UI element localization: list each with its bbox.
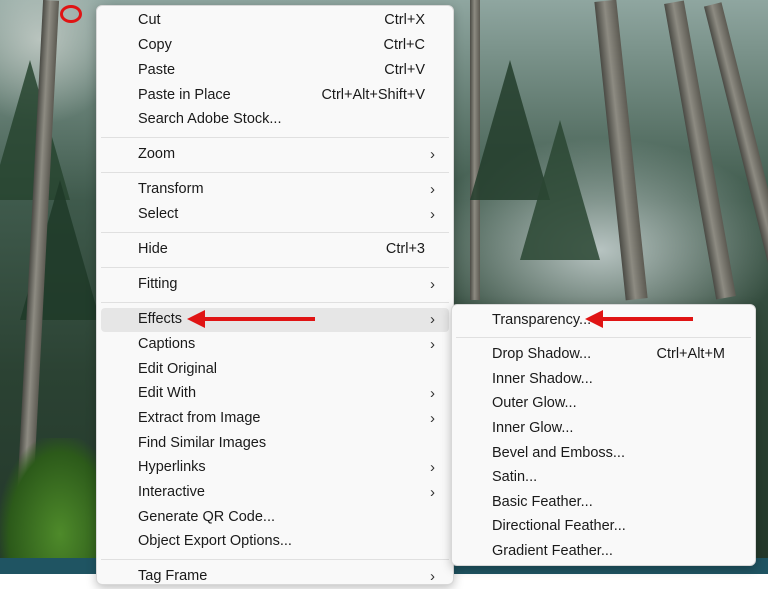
menu-item-copy[interactable]: Copy Ctrl+C <box>101 34 449 58</box>
menu-item-label: Paste <box>138 62 176 78</box>
submenu-item-transparency[interactable]: Transparency... <box>456 309 751 333</box>
submenu-item-inner-glow[interactable]: Inner Glow... <box>456 417 751 441</box>
menu-item-label: Edit With <box>138 385 197 401</box>
chevron-right-icon: › <box>430 410 435 427</box>
menu-item-label: Tag Frame <box>138 568 208 584</box>
menu-item-label: Inner Shadow... <box>492 371 593 387</box>
context-menu: Cut Ctrl+X Copy Ctrl+C Paste Ctrl+V Past… <box>96 5 454 585</box>
menu-item-label: Paste in Place <box>138 87 231 103</box>
menu-item-label: Cut <box>138 12 161 28</box>
menu-item-shortcut: Ctrl+C <box>383 37 426 53</box>
menu-item-shortcut: Ctrl+Alt+M <box>656 346 726 362</box>
chevron-right-icon: › <box>430 459 435 476</box>
submenu-item-satin[interactable]: Satin... <box>456 466 751 490</box>
menu-item-label: Fitting <box>138 276 178 292</box>
menu-item-find-similar-images[interactable]: Find Similar Images <box>101 432 449 456</box>
submenu-item-basic-feather[interactable]: Basic Feather... <box>456 491 751 515</box>
menu-item-edit-original[interactable]: Edit Original <box>101 358 449 382</box>
menu-item-label: Find Similar Images <box>138 435 267 451</box>
menu-item-label: Extract from Image <box>138 410 261 426</box>
chevron-right-icon: › <box>430 146 435 163</box>
menu-item-select[interactable]: Select › <box>101 203 449 227</box>
menu-item-extract-from-image[interactable]: Extract from Image › <box>101 407 449 431</box>
menu-item-label: Select <box>138 206 179 222</box>
chevron-right-icon: › <box>430 181 435 198</box>
menu-item-generate-qr-code[interactable]: Generate QR Code... <box>101 506 449 530</box>
tree <box>520 120 600 260</box>
submenu-item-directional-feather[interactable]: Directional Feather... <box>456 515 751 539</box>
menu-separator <box>101 267 449 268</box>
chevron-right-icon: › <box>430 276 435 293</box>
chevron-right-icon: › <box>430 568 435 585</box>
menu-item-label: Directional Feather... <box>492 518 626 534</box>
submenu-item-outer-glow[interactable]: Outer Glow... <box>456 392 751 416</box>
menu-item-fitting[interactable]: Fitting › <box>101 273 449 297</box>
menu-item-label: Copy <box>138 37 172 53</box>
menu-item-search-adobe-stock[interactable]: Search Adobe Stock... <box>101 108 449 132</box>
chevron-right-icon: › <box>430 484 435 501</box>
menu-item-label: Search Adobe Stock... <box>138 111 282 127</box>
menu-item-hyperlinks[interactable]: Hyperlinks › <box>101 456 449 480</box>
menu-item-label: Zoom <box>138 146 176 162</box>
menu-item-label: Gradient Feather... <box>492 543 613 559</box>
menu-item-object-export-options[interactable]: Object Export Options... <box>101 530 449 554</box>
menu-item-zoom[interactable]: Zoom › <box>101 143 449 167</box>
menu-separator <box>101 559 449 560</box>
menu-separator <box>101 137 449 138</box>
menu-separator <box>456 337 751 338</box>
menu-item-label: Satin... <box>492 469 538 485</box>
menu-item-tag-frame[interactable]: Tag Frame › <box>101 565 449 589</box>
menu-item-label: Captions <box>138 336 196 352</box>
menu-item-label: Outer Glow... <box>492 395 577 411</box>
annotation-circle <box>60 5 82 23</box>
menu-item-shortcut: Ctrl+3 <box>385 241 425 257</box>
annotation-arrow <box>585 310 693 328</box>
chevron-right-icon: › <box>430 336 435 353</box>
menu-item-interactive[interactable]: Interactive › <box>101 481 449 505</box>
menu-item-label: Hyperlinks <box>138 459 206 475</box>
menu-item-label: Drop Shadow... <box>492 346 592 362</box>
menu-item-paste[interactable]: Paste Ctrl+V <box>101 59 449 83</box>
submenu-item-bevel-and-emboss[interactable]: Bevel and Emboss... <box>456 442 751 466</box>
menu-item-edit-with[interactable]: Edit With › <box>101 382 449 406</box>
menu-item-hide[interactable]: Hide Ctrl+3 <box>101 238 449 262</box>
menu-item-label: Interactive <box>138 484 205 500</box>
menu-item-label: Inner Glow... <box>492 420 574 436</box>
menu-item-transform[interactable]: Transform › <box>101 178 449 202</box>
menu-item-label: Object Export Options... <box>138 533 292 549</box>
submenu-item-drop-shadow[interactable]: Drop Shadow... Ctrl+Alt+M <box>456 343 751 367</box>
menu-item-cut[interactable]: Cut Ctrl+X <box>101 9 449 33</box>
menu-item-label: Transparency... <box>492 312 592 328</box>
submenu-item-inner-shadow[interactable]: Inner Shadow... <box>456 368 751 392</box>
tree-trunk <box>594 0 648 301</box>
chevron-right-icon: › <box>430 206 435 223</box>
menu-item-label: Transform <box>138 181 204 197</box>
submenu-item-gradient-feather[interactable]: Gradient Feather... <box>456 540 751 564</box>
chevron-right-icon: › <box>430 385 435 402</box>
menu-item-label: Basic Feather... <box>492 494 593 510</box>
menu-item-label: Bevel and Emboss... <box>492 445 625 461</box>
menu-item-captions[interactable]: Captions › <box>101 333 449 357</box>
menu-item-label: Generate QR Code... <box>138 509 276 525</box>
menu-item-shortcut: Ctrl+V <box>384 62 425 78</box>
chevron-right-icon: › <box>430 311 435 328</box>
menu-item-shortcut: Ctrl+X <box>384 12 425 28</box>
menu-separator <box>101 232 449 233</box>
effects-submenu: Transparency... Drop Shadow... Ctrl+Alt+… <box>451 304 756 566</box>
menu-item-label: Effects <box>138 311 183 327</box>
annotation-arrow <box>187 310 315 328</box>
menu-item-label: Edit Original <box>138 361 217 377</box>
menu-item-shortcut: Ctrl+Alt+Shift+V <box>321 87 425 103</box>
menu-separator <box>101 302 449 303</box>
menu-item-paste-in-place[interactable]: Paste in Place Ctrl+Alt+Shift+V <box>101 84 449 108</box>
menu-item-label: Hide <box>138 241 168 257</box>
menu-separator <box>101 172 449 173</box>
